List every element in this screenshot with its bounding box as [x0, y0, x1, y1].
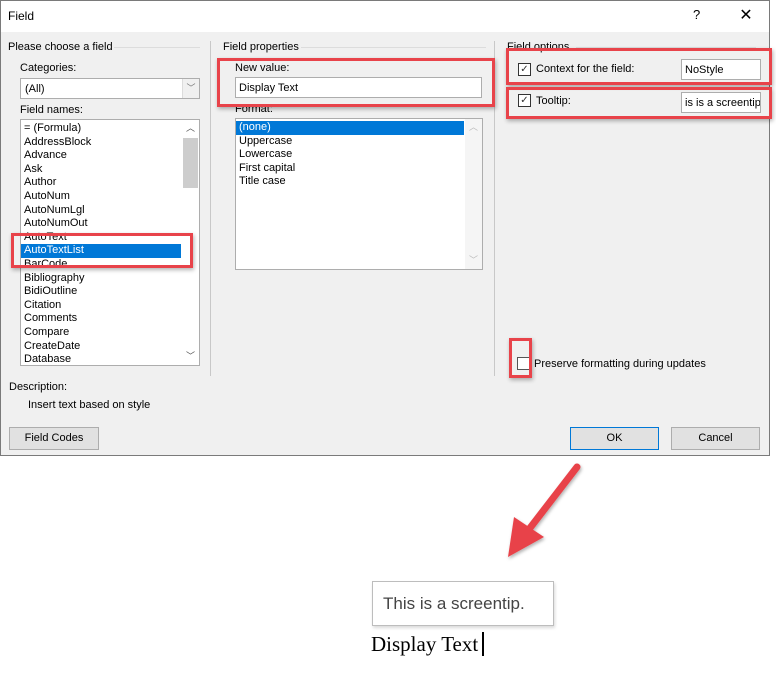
- field-name-item[interactable]: AutoNum: [21, 190, 181, 204]
- context-checkbox[interactable]: ✓: [518, 63, 531, 76]
- field-dialog: Field ? ✕ Please choose a field Categori…: [0, 0, 772, 456]
- format-item[interactable]: (none): [236, 121, 464, 135]
- field-codes-button[interactable]: Field Codes: [9, 427, 99, 450]
- tooltip-checkbox[interactable]: ✓: [518, 94, 531, 107]
- screentip-text: This is a screentip.: [383, 594, 525, 613]
- close-button[interactable]: ✕: [736, 5, 756, 25]
- field-name-item[interactable]: = (Formula): [21, 122, 181, 136]
- categories-dropdown[interactable]: (All) ﹀: [20, 78, 200, 99]
- group-divider: [301, 47, 486, 48]
- group-divider: [576, 47, 756, 48]
- format-item[interactable]: First capital: [236, 162, 464, 176]
- cancel-button[interactable]: Cancel: [671, 427, 760, 450]
- format-scrollbar[interactable]: ︿ ﹀: [465, 119, 482, 269]
- field-name-item[interactable]: BidiOutline: [21, 285, 181, 299]
- checkmark-icon: ✓: [520, 95, 529, 106]
- ok-button[interactable]: OK: [570, 427, 659, 450]
- categories-label: Categories:: [20, 62, 77, 74]
- checkmark-icon: ✓: [520, 64, 529, 75]
- field-name-item[interactable]: Database: [21, 353, 181, 365]
- field-names-label: Field names:: [20, 104, 83, 116]
- scroll-up-icon[interactable]: ︿: [465, 119, 482, 136]
- context-label: Context for the field:: [536, 63, 635, 75]
- document-text: Display Text: [371, 632, 485, 657]
- dialog-title: Field: [8, 9, 35, 23]
- field-name-item[interactable]: AutoText: [21, 231, 181, 245]
- field-name-item[interactable]: Ask: [21, 163, 181, 177]
- field-name-item[interactable]: Bibliography: [21, 272, 181, 286]
- field-name-item[interactable]: Compare: [21, 326, 181, 340]
- chevron-down-icon[interactable]: ﹀: [182, 79, 199, 98]
- field-properties-group-title: Field properties: [223, 41, 299, 53]
- scroll-down-icon[interactable]: ﹀: [182, 348, 199, 365]
- tooltip-value: is is a screentip.: [685, 97, 761, 109]
- new-value-text: Display Text: [239, 82, 299, 94]
- format-item[interactable]: Lowercase: [236, 148, 464, 162]
- arrow-icon: [508, 463, 581, 557]
- field-name-item[interactable]: AutoNumOut: [21, 217, 181, 231]
- tooltip-label: Tooltip:: [536, 95, 571, 107]
- field-name-item[interactable]: BarCode: [21, 258, 181, 272]
- separator: [494, 41, 495, 376]
- help-button[interactable]: ?: [693, 7, 700, 22]
- separator: [210, 41, 211, 376]
- format-item[interactable]: Uppercase: [236, 135, 464, 149]
- field-name-item[interactable]: CreateDate: [21, 340, 181, 354]
- text-cursor: [482, 632, 485, 656]
- field-names-list[interactable]: = (Formula) AddressBlock Advance Ask Author A…: [20, 119, 200, 366]
- new-value-label: New value:: [235, 62, 290, 74]
- field-name-item[interactable]: Author: [21, 176, 181, 190]
- description-text: Insert text based on style: [28, 399, 151, 411]
- title-bar: Field ? ✕: [1, 1, 769, 32]
- field-name-item[interactable]: Citation: [21, 299, 181, 313]
- scroll-down-icon[interactable]: ﹀: [465, 252, 482, 269]
- field-name-item[interactable]: Advance: [21, 149, 181, 163]
- format-list[interactable]: (none) Uppercase Lowercase First capital Tit…: [235, 118, 483, 270]
- context-value: NoStyle: [685, 64, 724, 76]
- screentip-popup: This is a screentip.: [372, 581, 554, 626]
- scroll-up-icon[interactable]: ︿: [182, 120, 199, 137]
- document-display-text: Display Text: [371, 632, 479, 656]
- field-options-group-title: Field options: [507, 41, 570, 53]
- description-label: Description:: [9, 381, 68, 393]
- categories-value: (All): [25, 83, 45, 95]
- preserve-formatting-label: Preserve formatting during updates: [534, 358, 706, 370]
- field-name-item[interactable]: AddressBlock: [21, 136, 181, 150]
- field-name-item[interactable]: AutoTextList: [21, 244, 181, 258]
- choose-field-group-title: Please choose a field: [8, 41, 113, 53]
- format-item[interactable]: Title case: [236, 175, 464, 189]
- field-names-scrollbar[interactable]: ︿ ﹀: [182, 120, 199, 365]
- field-name-item[interactable]: Comments: [21, 312, 181, 326]
- tooltip-input[interactable]: is is a screentip.: [681, 92, 761, 113]
- preserve-formatting-checkbox[interactable]: [517, 357, 530, 370]
- format-label: Format:: [235, 103, 273, 115]
- field-name-item[interactable]: AutoNumLgl: [21, 204, 181, 218]
- context-input[interactable]: NoStyle: [681, 59, 761, 80]
- new-value-input[interactable]: Display Text: [235, 77, 482, 98]
- group-divider: [114, 47, 200, 48]
- scrollbar-thumb[interactable]: [183, 138, 198, 188]
